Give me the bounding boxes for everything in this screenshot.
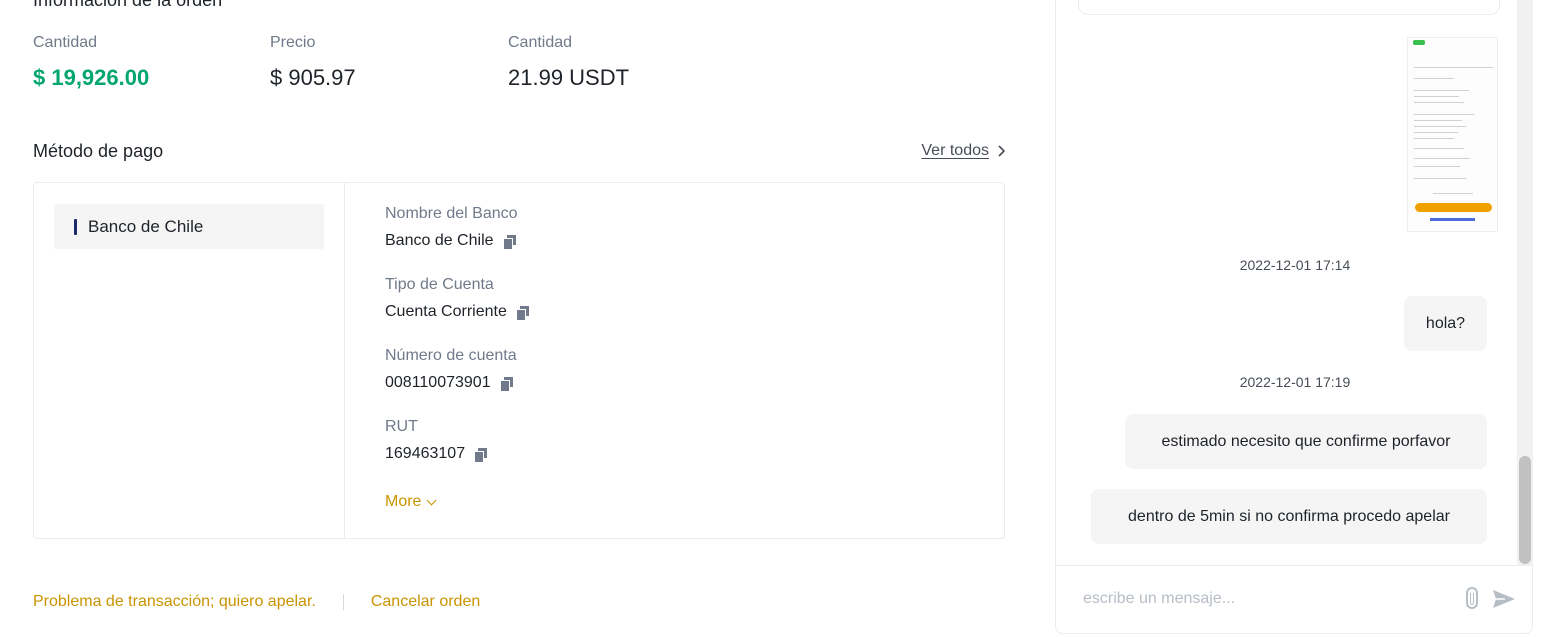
field-account-type: Tipo de Cuenta Cuenta Corriente: [385, 276, 529, 347]
see-all-label[interactable]: Ver todos: [921, 142, 989, 160]
order-info-title: Información de la orden: [33, 0, 223, 10]
payment-method-title: Método de pago: [33, 141, 164, 161]
receipt-line: [1414, 102, 1464, 103]
price-column: Precio $ 905.97: [270, 34, 356, 91]
appeal-link[interactable]: Problema de transacción; quiero apelar.: [33, 593, 316, 611]
receipt-line: [1414, 166, 1460, 167]
amount-value: $ 19,926.00: [33, 65, 150, 90]
receipt-orange-button: [1415, 203, 1492, 212]
quantity-label: Cantidad: [508, 34, 573, 51]
price-value: $ 905.97: [270, 65, 356, 90]
receipt-line: [1414, 114, 1474, 115]
field-account-number: Número de cuenta 008110073901: [385, 347, 529, 418]
field-value-row: 169463107: [385, 445, 529, 463]
chat-timestamp: 2022-12-01 17:14: [1239, 257, 1351, 273]
receipt-line: [1414, 126, 1466, 127]
send-icon[interactable]: [1492, 589, 1516, 609]
field-value: Banco de Chile: [385, 232, 494, 249]
message-input[interactable]: escribe un mensaje...: [1083, 590, 1235, 608]
receipt-line: [1414, 138, 1454, 139]
cancel-order-link[interactable]: Cancelar orden: [371, 593, 480, 611]
more-label[interactable]: More: [385, 493, 421, 511]
chat-timestamp: 2022-12-01 17:19: [1239, 374, 1351, 390]
chat-input-bar: escribe un mensaje...: [1056, 565, 1532, 633]
field-value-row: 008110073901: [385, 374, 529, 392]
copy-icon[interactable]: [503, 234, 516, 249]
bank-tab-label: Banco de Chile: [88, 216, 204, 236]
copy-icon[interactable]: [475, 447, 488, 462]
price-label: Precio: [270, 34, 316, 51]
field-bank-name: Nombre del Banco Banco de Chile: [385, 205, 529, 276]
chat-bubble: dentro de 5min si no confirma procedo ap…: [1091, 489, 1487, 544]
amount-label: Cantidad: [33, 34, 98, 51]
quantity-column: Cantidad 21.99 USDT: [508, 34, 629, 91]
receipt-line: [1414, 178, 1466, 179]
image-message-receipt[interactable]: [1407, 37, 1498, 232]
copy-icon[interactable]: [500, 376, 513, 391]
payment-method-box: Banco de Chile Nombre del Banco Banco de…: [33, 182, 1005, 539]
field-value-row: Cuenta Corriente: [385, 303, 529, 321]
field-value: Cuenta Corriente: [385, 303, 507, 320]
field-label: Número de cuenta: [385, 347, 517, 364]
field-rut: RUT 169463107: [385, 418, 529, 489]
field-label: Nombre del Banco: [385, 205, 518, 222]
order-panel: Información de la orden Cantidad $ 19,92…: [33, 0, 1005, 637]
receipt-line: [1414, 96, 1459, 97]
receipt-line: [1414, 158, 1470, 159]
chevron-down-icon: [427, 495, 437, 505]
paperclip-icon[interactable]: [1466, 587, 1478, 609]
chat-scrollbar-thumb[interactable]: [1519, 456, 1531, 564]
receipt-line: [1414, 132, 1458, 133]
chat-panel: 2022-12-01 17:14 hola? 2022-12-01 17:19 …: [1055, 0, 1533, 634]
bank-tab-banco-de-chile[interactable]: Banco de Chile: [54, 204, 324, 249]
chevron-right-icon: [998, 145, 1005, 157]
receipt-line: [1414, 120, 1462, 121]
field-value: 008110073901: [385, 374, 491, 391]
field-value: 169463107: [385, 445, 466, 462]
copy-icon[interactable]: [516, 305, 529, 320]
order-actions: Problema de transacción; quiero apelar. …: [33, 593, 480, 611]
receipt-link-line: [1430, 218, 1475, 221]
receipt-line: [1414, 67, 1493, 68]
receipt-line: [1433, 193, 1473, 194]
see-all-link[interactable]: Ver todos: [921, 142, 1005, 160]
chat-bubble: estimado necesito que confirme porfavor: [1125, 414, 1487, 469]
receipt-line: [1414, 148, 1464, 149]
receipt-line: [1414, 90, 1469, 91]
field-value-row: Banco de Chile: [385, 232, 529, 250]
divider: [342, 594, 344, 610]
field-label: RUT: [385, 418, 418, 435]
quantity-value: 21.99 USDT: [508, 65, 630, 90]
chat-header-card: [1078, 0, 1500, 15]
bank-color-bar: [74, 218, 77, 235]
receipt-status-bar: [1413, 40, 1425, 45]
chat-bubble: hola?: [1404, 296, 1487, 351]
payment-method-list: Banco de Chile: [34, 183, 345, 538]
payment-details: Nombre del Banco Banco de Chile Tipo de …: [385, 205, 529, 511]
order-amounts: Cantidad $ 19,926.00 Precio $ 905.97 Can…: [33, 34, 733, 104]
field-label: Tipo de Cuenta: [385, 276, 494, 293]
more-button[interactable]: More: [385, 493, 529, 511]
receipt-line: [1414, 78, 1454, 79]
amount-column: Cantidad $ 19,926.00: [33, 34, 149, 91]
